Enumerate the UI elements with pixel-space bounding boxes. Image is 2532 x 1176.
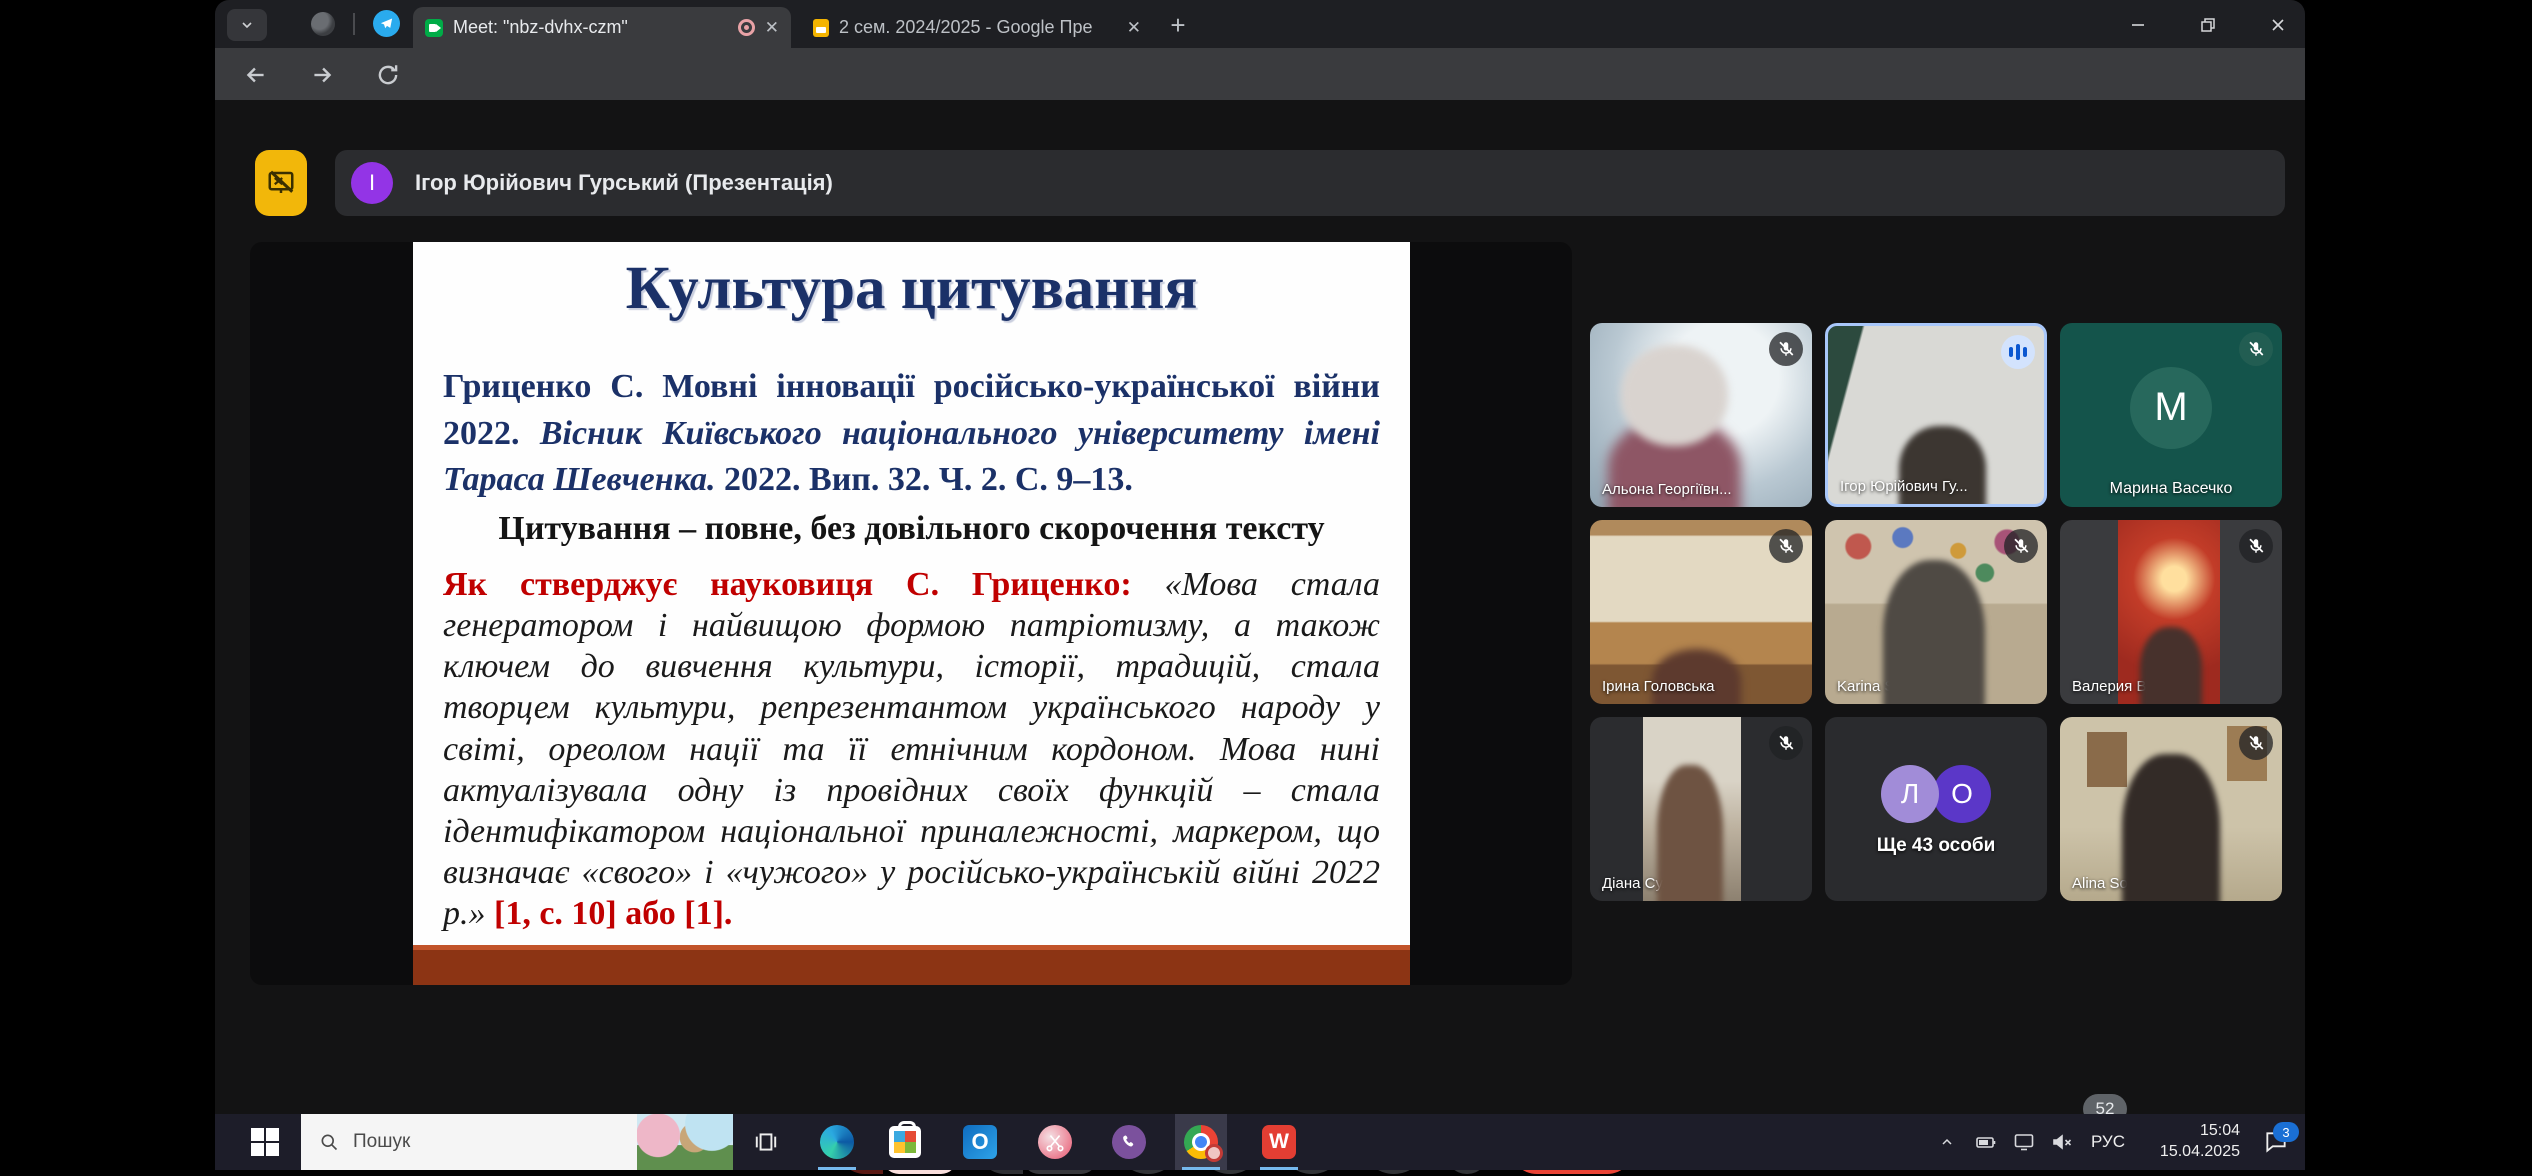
tab-meet-close-icon[interactable]: ✕ [765, 19, 779, 36]
desktop: Meet: "nbz-dvhx-czm" ✕ 2 сем. 2024/2025 … [215, 0, 2305, 1170]
slide-title: Культура цитування [413, 254, 1410, 324]
overflow-avatars: Л О [1881, 765, 1991, 823]
search-icon [319, 1132, 339, 1152]
taskbar-clock[interactable]: 15:04 15.04.2025 [2140, 1114, 2240, 1170]
display-icon[interactable] [2005, 1114, 2043, 1170]
tab-slides-close-icon[interactable]: ✕ [1127, 19, 1141, 36]
slide-subtitle: Цитування – повне, без довільного скороч… [413, 510, 1410, 548]
taskbar-store-icon[interactable] [879, 1114, 931, 1170]
battery-icon[interactable] [1967, 1114, 2005, 1170]
tray-time: 15:04 [2200, 1121, 2240, 1142]
tab-separator [353, 13, 355, 35]
tab-slides[interactable]: 2 сем. 2024/2025 - Google Пре ✕ [801, 7, 1153, 48]
task-view-button[interactable] [743, 1114, 789, 1170]
mic-off-icon [2239, 529, 2273, 563]
pinned-tab-globe-icon[interactable] [311, 12, 335, 36]
window-close-button[interactable] [2255, 10, 2301, 40]
tab-recording-indicator-icon [738, 19, 755, 36]
search-placeholder: Пошук [353, 1131, 623, 1153]
more-participants-tile[interactable]: Л О Ще 43 особи [1825, 717, 2047, 901]
volume-muted-icon[interactable] [2043, 1114, 2081, 1170]
meet-favicon [425, 19, 443, 37]
search-seasonal-art [637, 1114, 733, 1170]
participant-tile[interactable]: Діана Сулима [1590, 717, 1812, 901]
browser-toolbar: meet.google.com/nbz-dvhx-czm?authuser=0&… [215, 48, 2305, 100]
tab-meet-label: Meet: "nbz-dvhx-czm" [453, 17, 728, 38]
mic-off-icon [2004, 529, 2038, 563]
presentation-stage[interactable]: Культура цитування Гриценко С. Мовні інн… [250, 242, 1572, 985]
participants-grid: Альона Георгіївн... Ігор Юрійович Гу... … [1590, 323, 2282, 901]
speaking-indicator-icon [2001, 335, 2035, 369]
taskbar-outlook-icon[interactable]: O [954, 1114, 1006, 1170]
mic-off-icon [2239, 332, 2273, 366]
taskbar-search[interactable]: Пошук [301, 1114, 733, 1170]
language-indicator[interactable]: РУС [2081, 1114, 2135, 1170]
presenter-name: Ігор Юрійович Гурський (Презентація) [415, 170, 833, 196]
participant-tile[interactable]: М Марина Васечко [2060, 323, 2282, 507]
mic-off-icon [1769, 529, 1803, 563]
window-minimize-button[interactable] [2115, 10, 2161, 40]
slides-favicon [813, 19, 829, 37]
participant-tile[interactable]: Alina Sorochan ... [2060, 717, 2282, 901]
recording-badge-icon [1205, 1144, 1223, 1162]
tab-slides-label: 2 сем. 2024/2025 - Google Пре [839, 17, 1117, 38]
window-restore-button[interactable] [2185, 10, 2231, 40]
participant-tile[interactable]: Karina Sorochan [1825, 520, 2047, 704]
presenter-banner: І Ігор Юрійович Гурський (Презентація) [335, 150, 2285, 216]
tray-chevron-icon[interactable] [1927, 1114, 1967, 1170]
forward-button[interactable] [305, 58, 339, 92]
action-center-button[interactable]: 3 [2251, 1114, 2301, 1170]
reload-button[interactable] [371, 58, 405, 92]
pinned-tab-telegram-icon[interactable] [373, 10, 400, 37]
stop-presenting-button[interactable] [255, 150, 307, 216]
participant-tile[interactable]: Валерия Выжга [2060, 520, 2282, 704]
meet-page: І Ігор Юрійович Гурський (Презентація) К… [215, 100, 2305, 1114]
taskbar-edge-icon[interactable] [811, 1114, 863, 1170]
slide-citation: Гриценко С. Мовні інновації російсько-ук… [443, 364, 1380, 504]
avatar: М [2130, 367, 2212, 449]
taskbar-snipping-tool-icon[interactable] [1029, 1114, 1081, 1170]
start-button[interactable] [241, 1114, 289, 1170]
tab-strip: Meet: "nbz-dvhx-czm" ✕ 2 сем. 2024/2025 … [215, 0, 2305, 48]
mic-off-icon [2239, 726, 2273, 760]
participant-tile-speaking[interactable]: Ігор Юрійович Гу... [1825, 323, 2047, 507]
notification-count-badge: 3 [2273, 1122, 2299, 1142]
back-button[interactable] [239, 58, 273, 92]
windows-taskbar: Пошук O W РУС 15: [215, 1114, 2305, 1170]
tab-search-button[interactable] [227, 9, 267, 41]
mic-off-icon [1769, 332, 1803, 366]
mic-off-icon [1769, 726, 1803, 760]
taskbar-wps-icon[interactable]: W [1253, 1114, 1305, 1170]
slide-quote: Як стверджує науковиця С. Гриценко: «Мов… [443, 564, 1380, 934]
participant-tile[interactable]: Альона Георгіївн... [1590, 323, 1812, 507]
new-tab-button[interactable]: + [1163, 10, 1193, 40]
slide-footer-band [413, 945, 1410, 985]
participant-tile[interactable]: Ірина Головська [1590, 520, 1812, 704]
slide: Культура цитування Гриценко С. Мовні інн… [413, 242, 1410, 985]
taskbar-chrome-icon[interactable] [1175, 1114, 1227, 1170]
windows-logo-icon [251, 1128, 279, 1156]
taskbar-viber-icon[interactable] [1103, 1114, 1155, 1170]
tray-date: 15.04.2025 [2160, 1142, 2240, 1163]
tab-meet[interactable]: Meet: "nbz-dvhx-czm" ✕ [413, 7, 791, 48]
presenter-avatar: І [351, 162, 393, 204]
